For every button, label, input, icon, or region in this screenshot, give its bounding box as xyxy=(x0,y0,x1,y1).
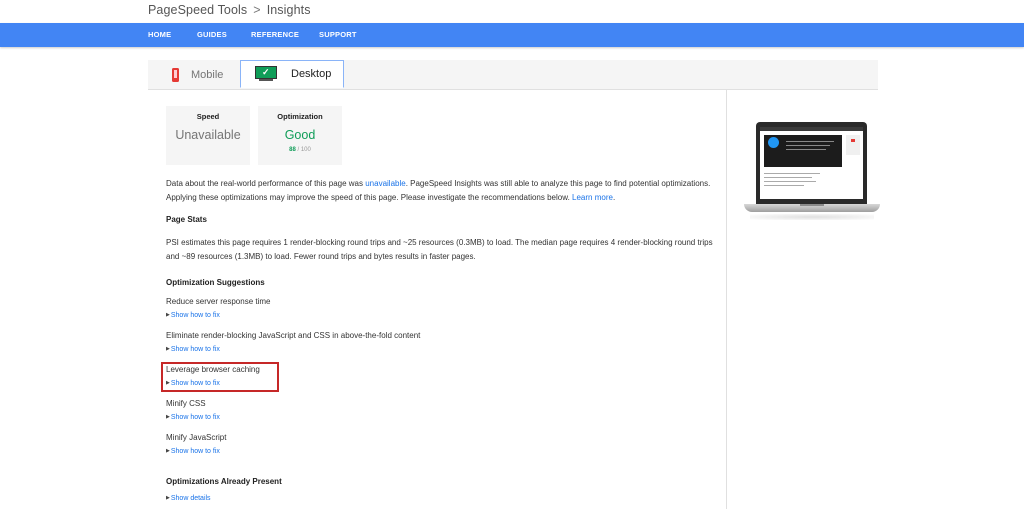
speed-score-card: Speed Unavailable xyxy=(166,106,250,165)
show-how-to-fix-link[interactable]: ▶Show how to fix xyxy=(166,346,220,353)
optimization-score: 88 / 100 xyxy=(258,147,342,153)
show-details-label: Show details xyxy=(170,495,211,502)
intro-text-3: . xyxy=(612,193,616,202)
nav-guides[interactable]: GUIDES xyxy=(197,30,227,39)
speed-value: Unavailable xyxy=(175,128,241,142)
learn-more-link[interactable]: Learn more xyxy=(572,193,613,202)
triangle-right-icon: ▶ xyxy=(166,312,170,318)
preview-display xyxy=(760,127,863,199)
show-how-to-fix-label: Show how to fix xyxy=(170,312,220,319)
show-how-to-fix-label: Show how to fix xyxy=(170,414,220,421)
optimization-score-max: / 100 xyxy=(297,147,311,153)
triangle-right-icon: ▶ xyxy=(166,448,170,454)
triangle-right-icon: ▶ xyxy=(166,495,170,501)
optimization-score-number: 88 xyxy=(289,147,296,153)
speed-label: Speed xyxy=(196,112,220,121)
page-stats-heading: Page Stats xyxy=(166,215,207,224)
show-how-to-fix-label: Show how to fix xyxy=(170,448,220,455)
show-details-link[interactable]: ▶Show details xyxy=(166,495,211,502)
triangle-right-icon: ▶ xyxy=(166,414,170,420)
optimization-score-card: Optimization Good 88 / 100 xyxy=(258,106,342,165)
suggestion-title: Minify JavaScript xyxy=(166,433,227,442)
nav-reference[interactable]: REFERENCE xyxy=(251,30,299,39)
show-how-to-fix-link[interactable]: ▶Show how to fix xyxy=(166,448,220,455)
nav-home[interactable]: HOME xyxy=(148,30,171,39)
device-tabs: Mobile ✓ Desktop xyxy=(148,60,878,90)
top-navbar: HOME GUIDES REFERENCE SUPPORT xyxy=(0,23,1024,47)
optimization-value: Good xyxy=(284,128,316,142)
tab-desktop-label: Desktop xyxy=(291,68,332,80)
monitor-check-icon: ✓ xyxy=(255,66,277,82)
show-how-to-fix-label: Show how to fix xyxy=(170,346,220,353)
breadcrumb-separator: > xyxy=(253,3,261,17)
triangle-right-icon: ▶ xyxy=(166,346,170,352)
intro-text-1: Data about the real-world performance of… xyxy=(166,179,366,188)
nav-support[interactable]: SUPPORT xyxy=(319,30,357,39)
suggestion-title: Minify CSS xyxy=(166,399,206,408)
desktop-preview-screenshot xyxy=(744,122,880,222)
content-divider xyxy=(726,89,727,509)
suggestion-title: Reduce server response time xyxy=(166,297,271,306)
page-stats-text: PSI estimates this page requires 1 rende… xyxy=(166,238,713,261)
show-how-to-fix-link[interactable]: ▶Show how to fix xyxy=(166,312,220,319)
optimization-label: Optimization xyxy=(277,112,323,121)
show-how-to-fix-link[interactable]: ▶Show how to fix xyxy=(166,414,220,421)
tab-desktop[interactable]: ✓ Desktop xyxy=(240,60,344,88)
tab-mobile-label: Mobile xyxy=(191,68,224,81)
suggestion-title: Eliminate render-blocking JavaScript and… xyxy=(166,331,421,340)
phone-icon xyxy=(172,67,179,82)
breadcrumb-current: Insights xyxy=(266,3,311,17)
breadcrumb: PageSpeed Tools > Insights xyxy=(148,3,311,17)
laptop-screen xyxy=(756,122,867,204)
already-present-heading: Optimizations Already Present xyxy=(166,477,282,486)
unavailable-link[interactable]: unavailable xyxy=(365,179,405,188)
suggestions-heading: Optimization Suggestions xyxy=(166,278,265,287)
breadcrumb-root[interactable]: PageSpeed Tools xyxy=(148,3,247,17)
highlight-box xyxy=(161,362,279,392)
intro-paragraph: Data about the real-world performance of… xyxy=(166,177,716,205)
site-logo-icon xyxy=(768,137,779,148)
